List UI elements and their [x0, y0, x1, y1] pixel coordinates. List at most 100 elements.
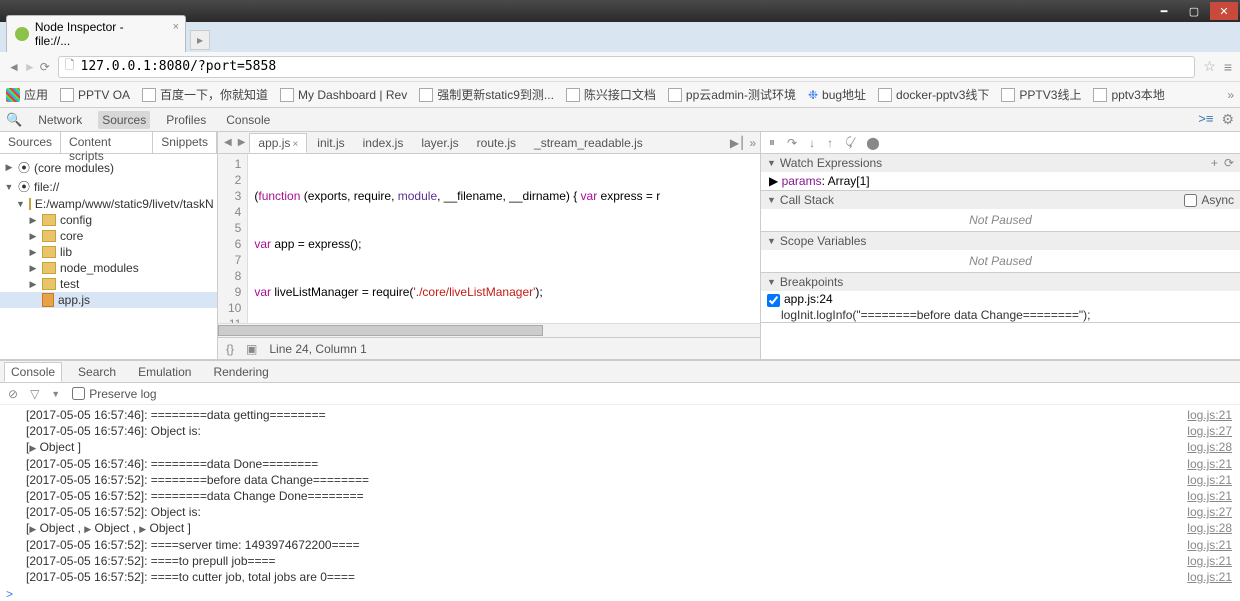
callstack-header[interactable]: ▼Call StackAsync	[761, 191, 1240, 209]
run-snippet-icon[interactable]: ▶⎮	[730, 136, 745, 150]
file-tab[interactable]: app.js×	[249, 133, 307, 153]
bookmark-item[interactable]: PPTV3线上	[1001, 86, 1081, 103]
tree-folder[interactable]: ▶config	[0, 212, 217, 228]
async-checkbox[interactable]	[1184, 194, 1197, 207]
tree-file-scheme[interactable]: ▼⦿ file://	[0, 177, 217, 196]
file-tab[interactable]: layer.js	[413, 134, 466, 152]
not-paused-label: Not Paused	[761, 250, 1240, 272]
preserve-log-label[interactable]: Preserve log	[72, 387, 156, 401]
omnibox[interactable]: 🗋	[58, 56, 1195, 78]
step-over-icon[interactable]: ↷	[787, 136, 797, 150]
pause-icon[interactable]: ⏸	[769, 135, 775, 150]
url-input[interactable]	[81, 59, 1189, 74]
file-tab[interactable]: init.js	[309, 134, 352, 152]
tree-folder[interactable]: ▶lib	[0, 244, 217, 260]
folder-icon	[29, 198, 31, 210]
deactivate-breakpoints-icon[interactable]: ⤹⁄	[845, 135, 854, 150]
console-prompt[interactable]: >	[0, 587, 1240, 601]
step-out-icon[interactable]: ↑	[827, 136, 833, 150]
browser-tab[interactable]: Node Inspector - file://... ×	[6, 15, 186, 52]
code-content[interactable]: (function (exports, require, module, __f…	[248, 154, 666, 323]
tab-network[interactable]: Network	[34, 111, 86, 129]
subtab-sources[interactable]: Sources	[0, 132, 61, 153]
horizontal-scrollbar[interactable]	[218, 323, 760, 337]
bookmark-apps[interactable]: 应用	[6, 86, 48, 103]
step-into-icon[interactable]: ↓	[809, 136, 815, 150]
tree-folder[interactable]: ▶node_modules	[0, 260, 217, 276]
page-icon	[566, 88, 580, 102]
file-tree[interactable]: ▶⦿ (core modules) ▼⦿ file:// ▼E:/wamp/ww…	[0, 154, 217, 359]
subtab-snippets[interactable]: Snippets	[153, 132, 217, 153]
new-tab-button[interactable]: ▸	[190, 30, 210, 50]
toggle-drawer-icon[interactable]: >≡	[1198, 111, 1213, 128]
bookmark-star-icon[interactable]: ☆	[1203, 58, 1216, 75]
bookmark-item[interactable]: 强制更新static9到测...	[419, 86, 554, 103]
drawer-tab-search[interactable]: Search	[72, 363, 122, 381]
tab-close-icon[interactable]: ×	[173, 21, 179, 33]
minimize-button[interactable]: ━	[1150, 2, 1178, 20]
file-icon	[42, 293, 54, 307]
pretty-print-icon[interactable]: {}	[226, 342, 234, 356]
add-watch-icon[interactable]: +	[1211, 156, 1218, 170]
refresh-watch-icon[interactable]: ⟳	[1224, 156, 1234, 170]
bookmark-item[interactable]: pp云admin-测试环境	[668, 86, 796, 103]
bookmark-item[interactable]: 陈兴接口文档	[566, 86, 656, 103]
level-dropdown-icon[interactable]: ▼	[51, 389, 60, 399]
clear-console-icon[interactable]: ⊘	[8, 387, 18, 401]
subtab-content-scripts[interactable]: Content scripts	[61, 132, 153, 153]
tab-favicon	[15, 27, 29, 41]
search-icon[interactable]: 🔍	[6, 112, 22, 128]
forward-button[interactable]: ►	[24, 60, 36, 74]
back-button[interactable]: ◄	[8, 60, 20, 74]
breakpoint-toggle-icon[interactable]: ▣	[246, 342, 257, 356]
drawer-tab-emulation[interactable]: Emulation	[132, 363, 197, 381]
code-editor[interactable]: 12345678910111213 (function (exports, re…	[218, 154, 760, 323]
bookmark-item[interactable]: PPTV OA	[60, 88, 130, 102]
tree-file[interactable]: app.js	[0, 292, 217, 308]
close-icon[interactable]: ×	[292, 139, 298, 150]
bookmark-item[interactable]: ❉bug地址	[808, 86, 866, 103]
tree-folder[interactable]: ▶test	[0, 276, 217, 292]
file-tab[interactable]: route.js	[469, 134, 524, 152]
tab-sources[interactable]: Sources	[98, 111, 150, 129]
file-tab-prev-icon[interactable]: ◀	[222, 137, 234, 148]
scrollbar-thumb[interactable]	[218, 325, 543, 336]
preserve-log-checkbox[interactable]	[72, 387, 85, 400]
tab-console[interactable]: Console	[222, 111, 274, 129]
maximize-button[interactable]: ▢	[1180, 2, 1208, 20]
breakpoints-header[interactable]: ▼Breakpoints	[761, 273, 1240, 291]
bookmark-item[interactable]: docker-pptv3线下	[878, 86, 989, 103]
drawer-tab-rendering[interactable]: Rendering	[207, 363, 274, 381]
watch-header[interactable]: ▼Watch Expressions+⟳	[761, 154, 1240, 172]
file-tab[interactable]: _stream_readable.js	[526, 134, 651, 152]
breakpoint-code: logInit.logInfo("========before data Cha…	[761, 308, 1240, 322]
console-output[interactable]: [2017-05-05 16:57:46]: ========data gett…	[0, 405, 1240, 587]
breakpoint-item[interactable]: app.js:24	[761, 291, 1240, 308]
scope-header[interactable]: ▼Scope Variables	[761, 232, 1240, 250]
page-icon	[60, 88, 74, 102]
bookmark-item[interactable]: pptv3本地	[1093, 86, 1164, 103]
file-tab-overflow-icon[interactable]: »	[749, 136, 756, 150]
reload-button[interactable]: ⟳	[40, 60, 50, 74]
site-info-icon[interactable]: 🗋	[65, 56, 75, 77]
filter-icon[interactable]: ▽	[30, 387, 39, 401]
folder-icon	[42, 230, 56, 242]
pause-on-exceptions-icon[interactable]: ⬤	[866, 136, 879, 150]
tree-core-modules[interactable]: ▶⦿ (core modules)	[0, 158, 217, 177]
chrome-menu-icon[interactable]: ≡	[1224, 59, 1232, 75]
tree-folder[interactable]: ▶core	[0, 228, 217, 244]
breakpoint-checkbox[interactable]	[767, 294, 780, 307]
drawer-tab-console[interactable]: Console	[4, 362, 62, 382]
bookmark-item[interactable]: 百度一下，你就知道	[142, 86, 268, 103]
file-tab-next-icon[interactable]: ▶	[236, 137, 248, 148]
bookmarks-overflow-icon[interactable]: »	[1227, 88, 1234, 102]
file-tab[interactable]: index.js	[355, 134, 412, 152]
gear-icon[interactable]: ⚙	[1221, 111, 1234, 128]
folder-icon	[42, 278, 56, 290]
debugger-pane: ⏸ ↷ ↓ ↑ ⤹⁄ ⬤ ▼Watch Expressions+⟳ ▶ para…	[760, 132, 1240, 359]
bookmark-item[interactable]: My Dashboard | Rev	[280, 88, 407, 102]
tree-folder[interactable]: ▼E:/wamp/www/static9/livetv/taskN	[0, 196, 217, 212]
line-gutter[interactable]: 12345678910111213	[218, 154, 248, 323]
tab-profiles[interactable]: Profiles	[162, 111, 210, 129]
close-button[interactable]: ✕	[1210, 2, 1238, 20]
